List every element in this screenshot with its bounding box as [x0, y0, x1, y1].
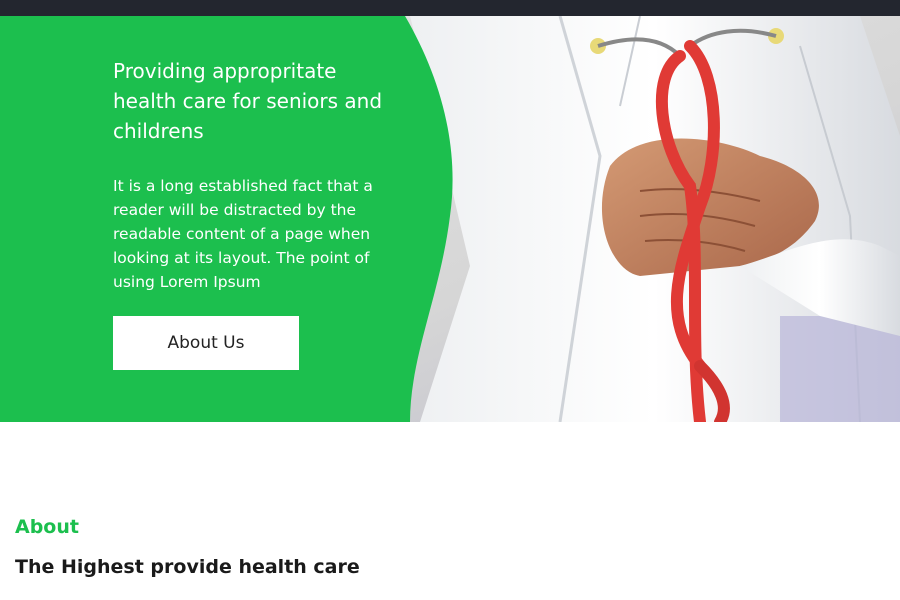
top-navbar	[0, 0, 900, 16]
hero-title: Providing appropritate health care for s…	[113, 59, 383, 143]
about-us-button[interactable]: About Us	[113, 316, 299, 370]
hero-description: It is a long established fact that a rea…	[113, 177, 373, 291]
hero-banner: Providing appropritate health care for s…	[0, 16, 900, 422]
hero-content: Providing appropritate health care for s…	[113, 56, 393, 370]
about-section-heading: The Highest provide health care	[15, 556, 360, 578]
about-section-label: About	[15, 516, 79, 538]
